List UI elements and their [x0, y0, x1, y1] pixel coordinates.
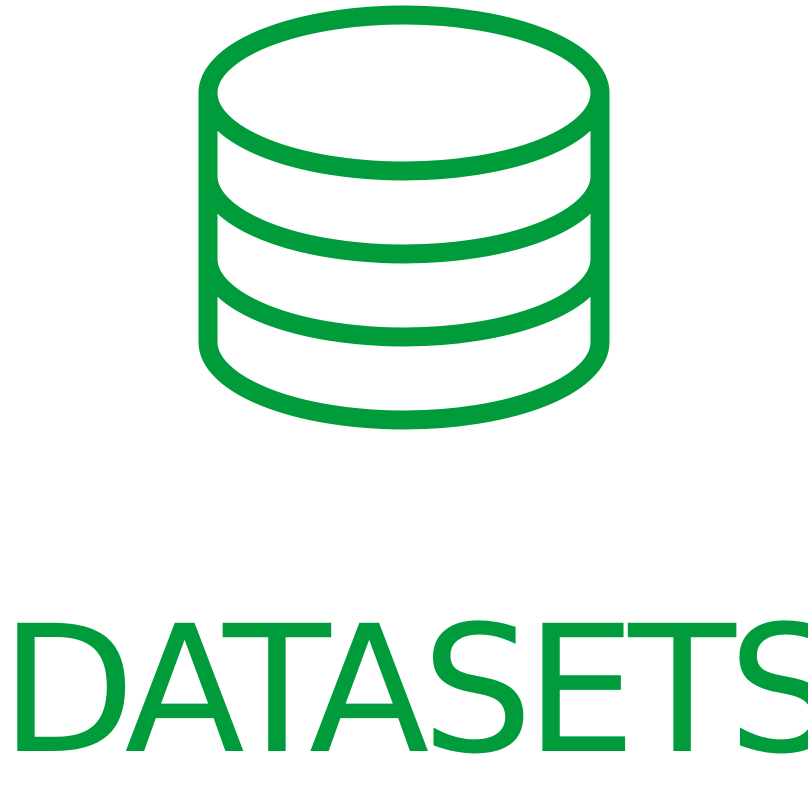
datasets-graphic: DATASETS — [0, 0, 808, 799]
database-ring-2 — [198, 249, 610, 347]
database-top-ellipse — [198, 5, 610, 181]
database-icon — [198, 5, 610, 430]
datasets-label: DATASETS — [0, 588, 808, 793]
database-ring-1 — [198, 166, 610, 264]
